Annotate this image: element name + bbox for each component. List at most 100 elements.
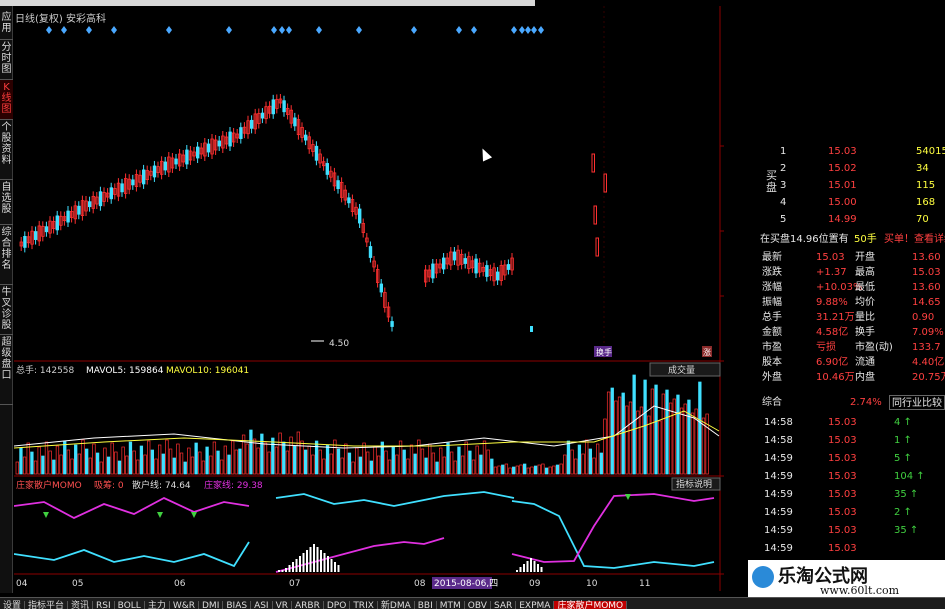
- candle: [303, 134, 308, 141]
- volume-bar: [114, 451, 118, 475]
- volume-bar: [625, 405, 629, 475]
- candle: [163, 161, 167, 171]
- volume-bar: [216, 450, 220, 475]
- indicator-tab[interactable]: BBI: [415, 601, 437, 609]
- tick-price: 15.03: [828, 507, 857, 518]
- volume-bar: [574, 458, 578, 475]
- quote-value: 7.09%: [912, 327, 944, 338]
- volume-bar: [614, 400, 618, 475]
- sidebar-tab[interactable]: 牛叉诊股: [0, 285, 13, 335]
- indicator-tab[interactable]: 设置: [0, 601, 26, 609]
- candle: [120, 183, 124, 193]
- indicator-tab[interactable]: BOLL: [115, 601, 145, 609]
- volume-bar: [701, 417, 706, 475]
- marker-diamond: [111, 26, 117, 34]
- indicator-tab[interactable]: BIAS: [223, 601, 252, 609]
- volume-bar: [544, 467, 549, 475]
- tick-price: 15.03: [828, 525, 857, 536]
- marker-diamond: [316, 26, 322, 34]
- order-info-volume: 50手: [854, 234, 877, 245]
- momo-histogram-bar: [526, 561, 529, 572]
- order-info-link[interactable]: 买单！查看详细: [884, 232, 945, 247]
- volume-bar: [658, 420, 662, 475]
- indicator-tab[interactable]: 庄家散户MOMO: [554, 601, 628, 609]
- volume-bar: [439, 447, 443, 475]
- volume-bar: [307, 445, 311, 475]
- volume-bar: [282, 441, 286, 475]
- volume-bar: [143, 454, 147, 475]
- indicator-tab[interactable]: 指标平台: [25, 601, 69, 609]
- indicator-tab[interactable]: DPO: [324, 601, 351, 609]
- indicator-tab[interactable]: MTM: [437, 601, 465, 609]
- volume-bar: [639, 406, 644, 475]
- sidebar-tab[interactable]: 分时图: [0, 40, 13, 80]
- volume-bar: [563, 454, 567, 475]
- marker-diamond: [356, 26, 362, 34]
- volume-bar: [165, 439, 169, 475]
- indicator-tab[interactable]: TRIX: [350, 601, 378, 609]
- volume-bar: [420, 448, 425, 475]
- volume-bar: [533, 465, 538, 475]
- volume-bar: [154, 458, 158, 475]
- volume-bar: [665, 389, 669, 475]
- sidebar-tab[interactable]: 自选股: [0, 180, 13, 225]
- indicator-tab[interactable]: OBV: [465, 601, 491, 609]
- volume-bar: [52, 459, 56, 475]
- volume-bar: [632, 374, 636, 475]
- momo-histogram-bar: [313, 544, 315, 572]
- candle: [485, 265, 489, 277]
- volume-bar: [351, 461, 355, 475]
- marker-diamond: [525, 26, 531, 34]
- volume-bar: [552, 465, 556, 475]
- chart-area[interactable]: 10.968.606.274.50换手涨总手: 142558MAVOL5: 15…: [14, 6, 724, 591]
- quote-key: 内盘: [855, 372, 875, 383]
- volume-bar: [336, 448, 341, 475]
- indicator-tab[interactable]: 资讯: [68, 601, 94, 609]
- sector-compare-button[interactable]: 同行业比较: [889, 395, 945, 410]
- volume-bar: [471, 459, 476, 475]
- volume-bar: [296, 431, 300, 475]
- order-row-level: 1: [780, 146, 787, 157]
- volume-bar: [220, 459, 224, 475]
- volume-bar: [150, 449, 155, 475]
- sidebar-tab[interactable]: 个股资料: [0, 120, 13, 180]
- volume-bar: [179, 452, 184, 475]
- tick-price: 15.03: [828, 543, 857, 554]
- momo-line-b: [511, 500, 715, 569]
- sidebar-tab[interactable]: 应用: [0, 10, 13, 40]
- volume-bar: [705, 413, 709, 475]
- signal-triangle-icon: [43, 512, 49, 518]
- indicator-tab[interactable]: ASI: [251, 601, 273, 609]
- indicator-tab[interactable]: RSI: [93, 601, 115, 609]
- indicator-tab[interactable]: DMI: [199, 601, 224, 609]
- indicator-tab[interactable]: 新DMA: [378, 601, 415, 609]
- quote-key: 金额: [762, 327, 782, 338]
- indicator-tab[interactable]: ARBR: [292, 601, 324, 609]
- quote-key: 换手: [855, 327, 875, 338]
- tick-volume: 104 ↑: [894, 471, 925, 482]
- volume-bar: [577, 444, 582, 475]
- order-row-volume: 34: [916, 163, 929, 174]
- sidebar-tab[interactable]: 综合排名: [0, 225, 13, 285]
- indicator-tab[interactable]: EXPMA: [516, 601, 555, 609]
- sidebar-tab[interactable]: K线图: [0, 80, 13, 120]
- volume-bar: [541, 463, 545, 475]
- momo-histogram-bar: [330, 559, 333, 572]
- signal-triangle-icon: [191, 512, 197, 518]
- momo-histogram-bar: [278, 570, 280, 572]
- indicator-tab[interactable]: 主力: [145, 601, 170, 609]
- volume-bar: [194, 442, 198, 475]
- sidebar-tab[interactable]: 超级盘口: [0, 335, 13, 405]
- volume-bar: [234, 449, 238, 475]
- momo-histogram-bar: [523, 564, 525, 572]
- candle: [603, 173, 607, 193]
- volume-bar: [698, 381, 702, 475]
- order-row-level: 2: [780, 163, 787, 174]
- indicator-tab[interactable]: SAR: [491, 601, 517, 609]
- quote-key: 最高: [855, 267, 875, 278]
- volume-bar: [267, 451, 271, 475]
- indicator-tab[interactable]: W&R: [170, 601, 199, 609]
- candle: [55, 215, 59, 231]
- volume-bar: [238, 448, 242, 475]
- indicator-tab[interactable]: VR: [273, 601, 293, 609]
